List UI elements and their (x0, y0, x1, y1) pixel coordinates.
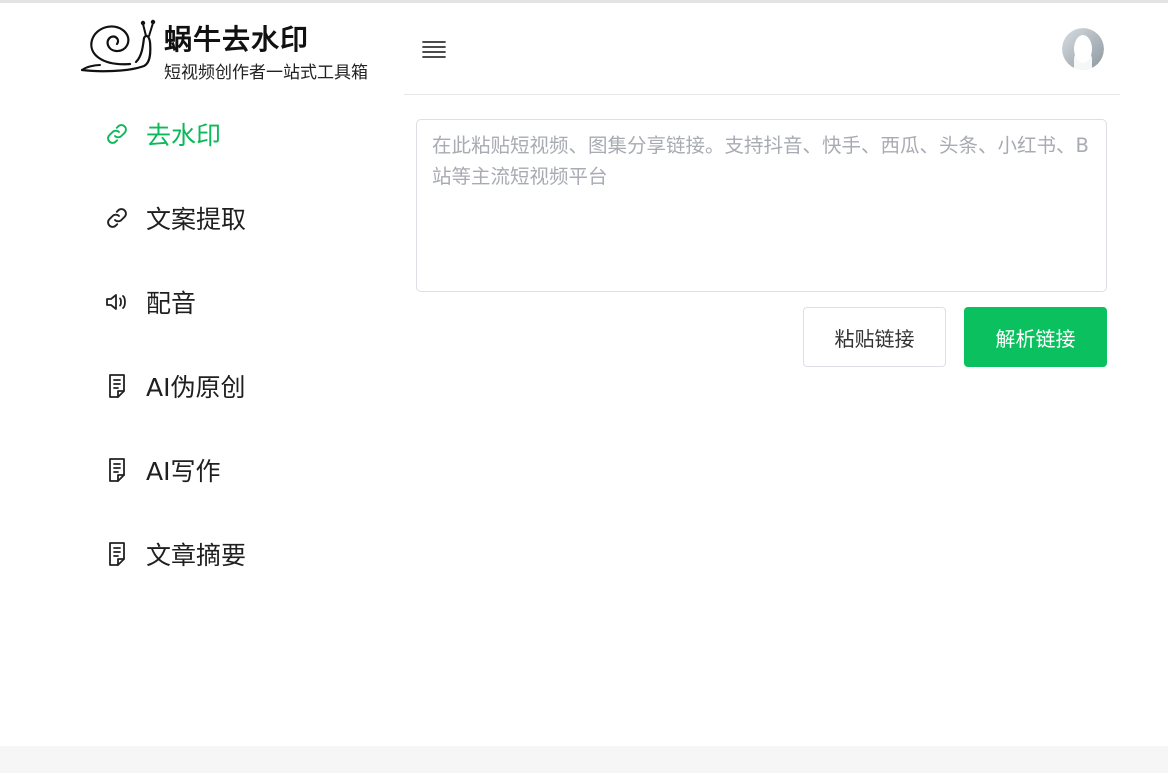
sidebar-item-label: AI写作 (146, 457, 221, 486)
sidebar-item-ai-writing[interactable]: AI写作 (96, 428, 386, 512)
footer-band (0, 746, 1168, 773)
header-divider (404, 94, 1120, 95)
document-icon (102, 455, 132, 485)
link-icon (102, 119, 132, 149)
sidebar-item-label: 文案提取 (146, 205, 247, 234)
speaker-icon (102, 287, 132, 317)
link-icon (102, 203, 132, 233)
app-title: 蜗牛去水印 (164, 23, 310, 56)
app-tagline: 短视频创作者一站式工具箱 (164, 63, 368, 83)
top-border (0, 0, 1168, 3)
sidebar-item-label: 文章摘要 (146, 541, 247, 570)
snail-icon (80, 19, 156, 73)
share-link-input[interactable] (416, 119, 1107, 292)
sidebar-nav: 去水印 文案提取 配音 AI伪原创 AI写作 文章摘要 (96, 92, 386, 596)
sidebar-item-label: 去水印 (146, 121, 222, 150)
sidebar-item-copy-extract[interactable]: 文案提取 (96, 176, 386, 260)
parse-link-button[interactable]: 解析链接 (964, 307, 1107, 367)
sidebar-item-dubbing[interactable]: 配音 (96, 260, 386, 344)
sidebar-item-ai-rewrite[interactable]: AI伪原创 (96, 344, 386, 428)
document-icon (102, 539, 132, 569)
logo[interactable]: 蜗牛去水印 短视频创作者一站式工具箱 (80, 16, 400, 83)
sidebar-item-article-summary[interactable]: 文章摘要 (96, 512, 386, 596)
sidebar-item-label: 配音 (146, 289, 197, 318)
user-avatar[interactable] (1062, 28, 1104, 70)
document-icon (102, 371, 132, 401)
sidebar-item-label: AI伪原创 (146, 373, 246, 402)
sidebar-item-remove-watermark[interactable]: 去水印 (96, 92, 386, 176)
paste-link-button[interactable]: 粘贴链接 (803, 307, 946, 367)
hamburger-menu-icon[interactable] (418, 34, 450, 66)
